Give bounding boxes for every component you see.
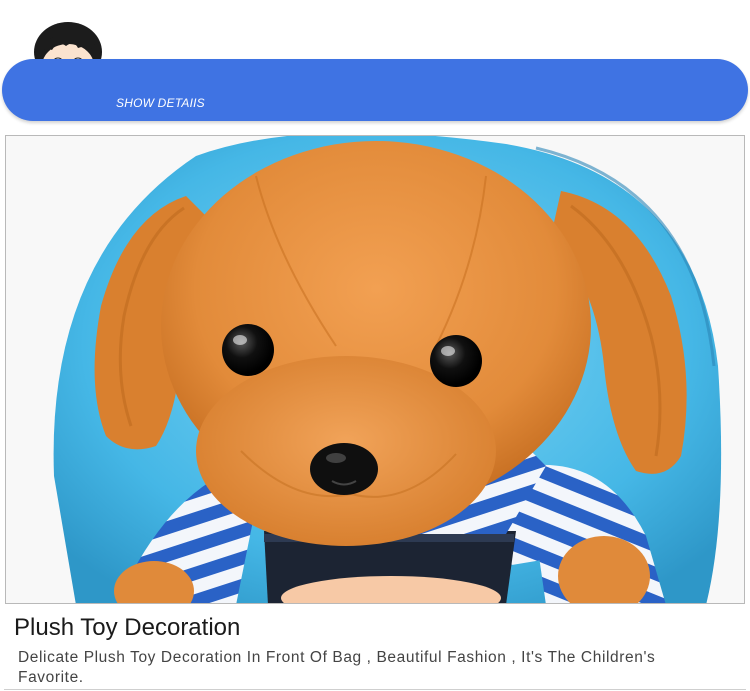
section-description: Delicate Plush Toy Decoration In Front O… xyxy=(18,649,656,686)
show-details-banner xyxy=(2,59,748,121)
show-details-label: SHOW DETAIIS xyxy=(116,96,205,110)
section-title: Plush Toy Decoration xyxy=(14,614,241,641)
product-photo xyxy=(5,135,745,604)
